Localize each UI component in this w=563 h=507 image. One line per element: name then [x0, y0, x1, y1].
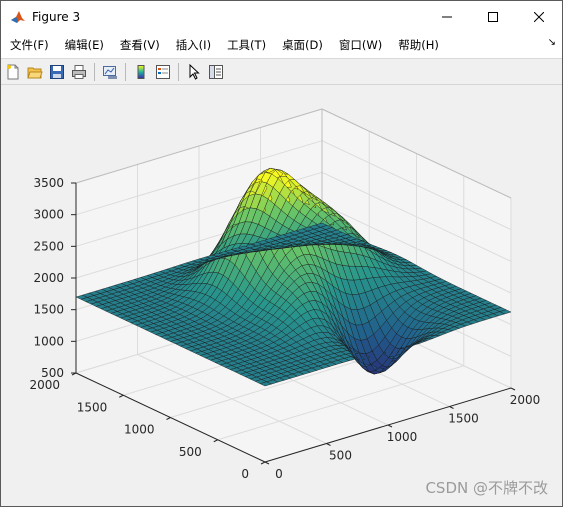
- y-tick-label: 0: [241, 467, 249, 481]
- x-tick-mark: [264, 461, 270, 465]
- menu-overflow-arrow-icon[interactable]: ↘: [548, 37, 556, 48]
- menu-window[interactable]: 窗口(W): [331, 34, 390, 56]
- x-tick-label: 500: [329, 449, 352, 463]
- property-inspector-icon[interactable]: [206, 62, 226, 82]
- z-tick-label: 1000: [33, 334, 64, 348]
- print-icon[interactable]: [69, 62, 89, 82]
- x-tick-mark: [449, 406, 454, 409]
- z-tick-label: 500: [41, 366, 64, 380]
- y-tick-mark: [119, 394, 124, 398]
- new-figure-icon[interactable]: [3, 62, 23, 82]
- window-title: Figure 3: [32, 9, 81, 24]
- close-button[interactable]: [516, 1, 562, 32]
- figure-toolbar: [1, 59, 562, 85]
- menu-file[interactable]: 文件(F): [1, 34, 57, 56]
- open-file-icon[interactable]: [25, 62, 45, 82]
- surface-plot[interactable]: 0500100015002000050010001500200050010001…: [1, 85, 562, 506]
- minimize-button[interactable]: [424, 1, 470, 32]
- y-tick-label: 2000: [29, 378, 60, 392]
- x-tick-label: 2000: [510, 393, 541, 407]
- menu-help[interactable]: 帮助(H): [390, 34, 447, 56]
- x-tick-mark: [510, 387, 516, 391]
- menu-tools[interactable]: 工具(T): [219, 34, 274, 56]
- menu-insert[interactable]: 插入(I): [168, 34, 219, 56]
- y-tick-label: 1500: [77, 400, 108, 414]
- menu-edit[interactable]: 编辑(E): [57, 34, 112, 56]
- z-tick-label: 3000: [33, 208, 64, 222]
- matlab-logo-icon: [10, 8, 26, 25]
- z-tick-label: 1500: [33, 303, 64, 317]
- y-tick-mark: [213, 439, 218, 443]
- insert-legend-icon[interactable]: [153, 62, 173, 82]
- plot-area[interactable]: 0 500 1000 1500 2000 0 500 1000 1500 2000 500 1000 1…: [1, 85, 562, 506]
- maximize-icon: [488, 11, 498, 22]
- toolbar-separator: [125, 62, 126, 81]
- figure-window: Figure 3 文件(F) 编辑(E) 查看(V) 插入(I) 工具(T) 桌…: [0, 0, 563, 507]
- y-tick-mark: [260, 461, 266, 465]
- edit-plot-arrow-icon[interactable]: [184, 62, 204, 82]
- toolbar-separator: [178, 62, 179, 81]
- x-tick-label: 0: [275, 467, 283, 481]
- title-bar: Figure 3: [1, 1, 562, 32]
- menu-desktop[interactable]: 桌面(D): [274, 34, 331, 56]
- x-tick-mark: [326, 443, 331, 446]
- y-tick-label: 1000: [124, 423, 155, 437]
- close-icon: [534, 11, 544, 22]
- y-tick-label: 500: [179, 445, 202, 459]
- z-tick-label: 2000: [33, 271, 64, 285]
- y-tick-mark: [166, 417, 171, 420]
- toolbar-separator: [94, 62, 95, 81]
- save-icon[interactable]: [47, 62, 67, 82]
- link-plot-icon[interactable]: [100, 62, 120, 82]
- z-tick-label: 3500: [33, 176, 64, 190]
- maximize-button[interactable]: [470, 1, 516, 32]
- menu-view[interactable]: 查看(V): [112, 34, 168, 56]
- menu-bar: 文件(F) 编辑(E) 查看(V) 插入(I) 工具(T) 桌面(D) 窗口(W…: [1, 32, 562, 59]
- x-tick-mark: [387, 424, 393, 428]
- watermark: CSDN @不牌不改: [425, 479, 548, 497]
- z-tick-label: 2500: [33, 239, 64, 253]
- x-tick-label: 1000: [387, 430, 418, 444]
- minimize-icon: [442, 16, 452, 17]
- insert-colorbar-icon[interactable]: [131, 62, 151, 82]
- x-tick-label: 1500: [448, 412, 479, 426]
